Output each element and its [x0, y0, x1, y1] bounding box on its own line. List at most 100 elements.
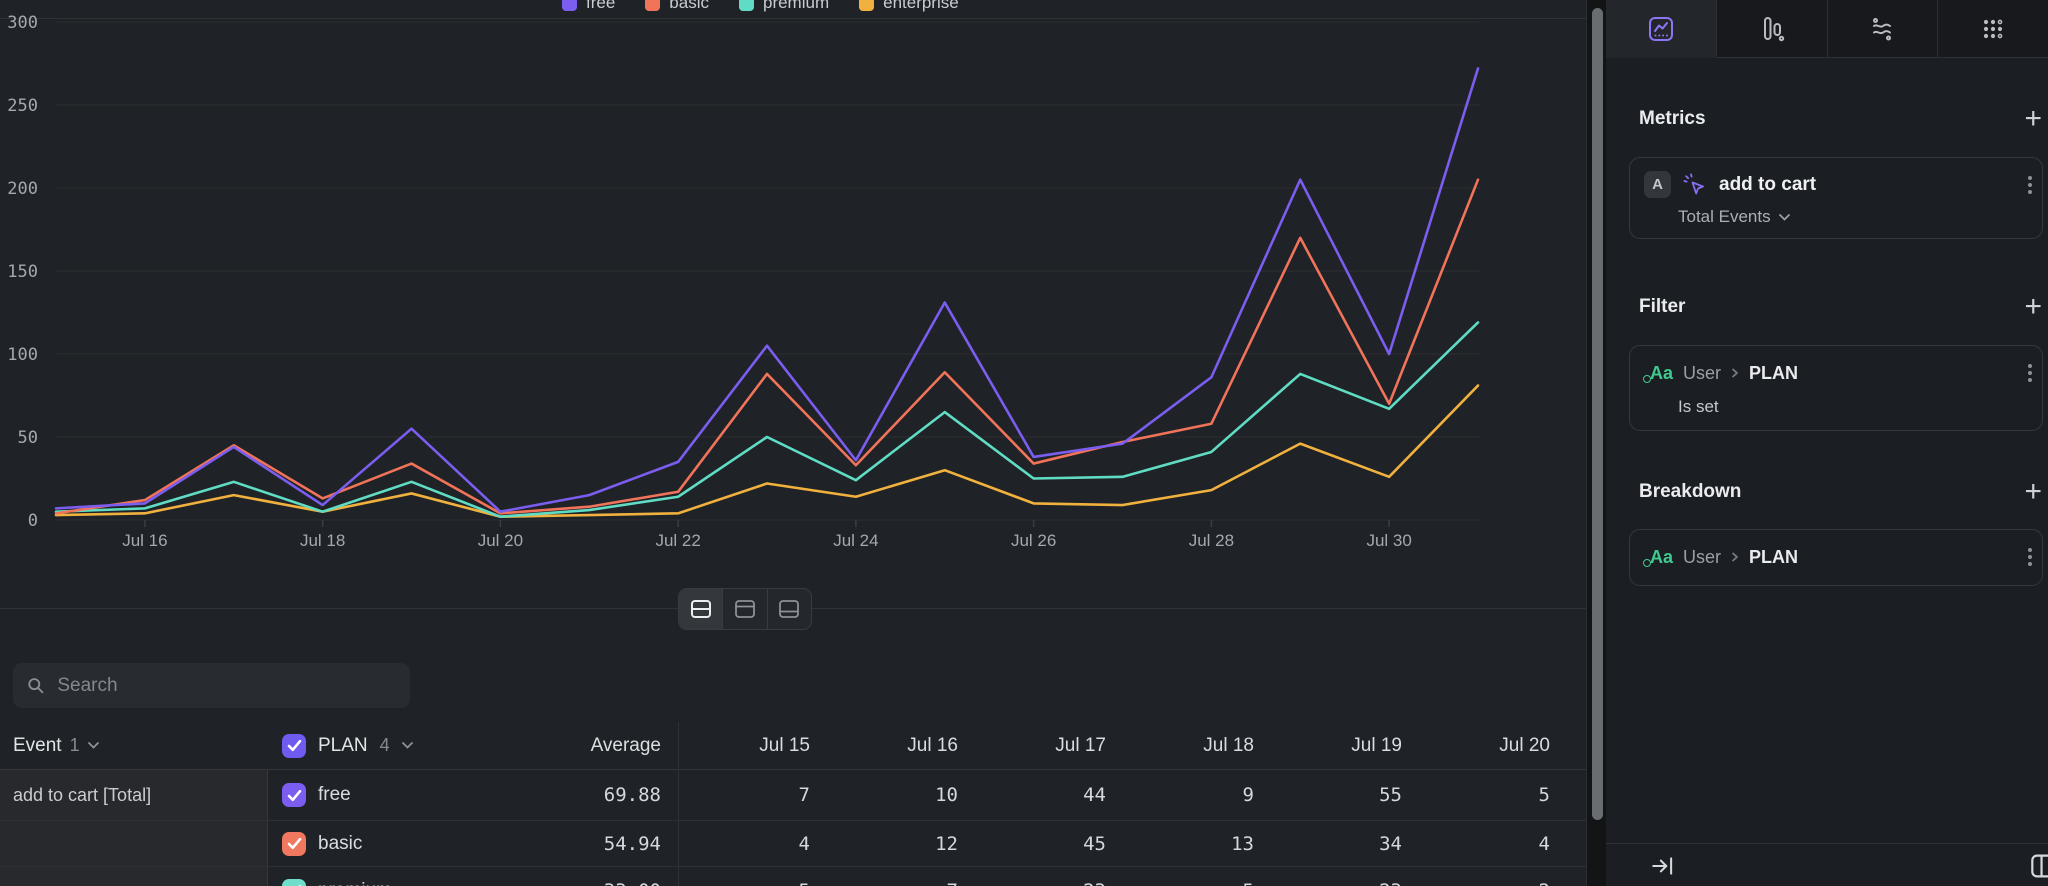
line-chart[interactable]: 050100150200250300Jul 16Jul 18Jul 20Jul …: [0, 0, 1586, 570]
results-table: Event 1 PLAN 4 Average Jul 15Jul 16Jul 1…: [0, 722, 1586, 886]
table-body: free69.88710449555basic54.944124513344pr…: [0, 770, 1586, 886]
chevron-down-icon: [1779, 214, 1790, 221]
date-column-header: Jul 19: [1270, 735, 1418, 757]
series-line-free[interactable]: [56, 68, 1478, 511]
add-filter-button[interactable]: +: [2024, 294, 2042, 320]
data-value-cell: 10: [826, 784, 974, 806]
collapse-right-icon: [1650, 853, 1676, 879]
legend-item[interactable]: free: [562, 0, 615, 13]
legend-label: free: [586, 0, 615, 13]
date-column-header: Jul 17: [974, 735, 1122, 757]
data-value-cell: 12: [826, 833, 974, 855]
legend-label: premium: [763, 0, 829, 13]
data-value-cell: 23: [1270, 880, 1418, 886]
data-value-cell: 2: [1418, 880, 1566, 886]
add-breakdown-button[interactable]: +: [2024, 479, 2042, 505]
collapse-sidebar-button[interactable]: [1650, 853, 1676, 879]
plan-select-all-checkbox[interactable]: [282, 734, 306, 758]
table-header-row: Event 1 PLAN 4 Average Jul 15Jul 16Jul 1…: [0, 722, 1586, 770]
check-icon: [287, 739, 302, 752]
plan-cell: free69.88: [268, 783, 678, 807]
chevron-right-icon: [1731, 552, 1739, 562]
line-chart-icon: [1646, 14, 1676, 44]
legend-item[interactable]: premium: [739, 0, 829, 13]
analytics-app: freebasicpremiumenterprise 0501001502002…: [0, 0, 2048, 886]
data-value-cell: 5: [678, 880, 826, 886]
event-column-header[interactable]: Event 1: [0, 735, 268, 757]
tab-line-chart[interactable]: [1606, 0, 1717, 58]
row-checkbox-free[interactable]: [282, 783, 306, 807]
metrics-section-header: Metrics +: [1639, 104, 2042, 134]
metric-options-kebab-icon[interactable]: [2024, 172, 2036, 198]
x-axis-label: Jul 18: [300, 531, 345, 550]
data-value-cell: 9: [1122, 784, 1270, 806]
tab-bar-chart[interactable]: [1717, 0, 1828, 58]
filter-card-row: Aa User PLAN: [1630, 360, 2042, 386]
layout-switcher: [678, 588, 812, 630]
series-line-premium[interactable]: [56, 322, 1478, 516]
filter-options-kebab-icon[interactable]: [2024, 360, 2036, 386]
stream-chart-icon: [1867, 14, 1897, 44]
plan-label: basic: [318, 833, 362, 855]
panel-toggle-button[interactable]: [2030, 853, 2048, 879]
grid-dots-icon: [1979, 15, 2007, 43]
data-value-cell: 7: [678, 784, 826, 806]
breakdown-options-kebab-icon[interactable]: [2024, 544, 2036, 570]
legend-item[interactable]: basic: [645, 0, 709, 13]
legend-label: enterprise: [883, 0, 959, 13]
breakdown-title: Breakdown: [1639, 481, 1741, 503]
x-axis-label: Jul 16: [122, 531, 167, 550]
average-value: 33.00: [604, 880, 661, 886]
search-input[interactable]: [55, 674, 396, 698]
table-row-premium: premium33.0057235232: [0, 866, 1586, 886]
check-icon: [287, 837, 302, 850]
vertical-scrollbar: [1586, 0, 1606, 886]
y-axis-label: 250: [7, 96, 38, 116]
search-box: [13, 663, 410, 708]
date-column-header: Jul 16: [826, 735, 974, 757]
sidebar-bottom-bar: [1606, 843, 2048, 886]
data-value-cell: 7: [826, 880, 974, 886]
y-axis-label: 0: [28, 511, 38, 531]
config-sidebar: Metrics + A add to cart Total Events: [1606, 0, 2048, 886]
scrollbar-thumb[interactable]: [1592, 8, 1603, 820]
average-value: 69.88: [604, 784, 661, 806]
row-checkbox-premium[interactable]: [282, 879, 306, 886]
plan-cell: basic 54.94: [268, 832, 678, 856]
tab-stream-chart[interactable]: [1828, 0, 1939, 58]
tab-more-charts[interactable]: [1938, 0, 2048, 58]
row-checkbox-basic[interactable]: [282, 832, 306, 856]
search-icon: [27, 676, 44, 695]
filter-operator[interactable]: Is set: [1678, 397, 2042, 417]
table-only-button[interactable]: [768, 589, 811, 629]
breakdown-scope: User: [1683, 547, 1721, 568]
breakdown-property: PLAN: [1749, 547, 1798, 568]
legend-swatch: [645, 0, 660, 11]
data-value-cell: 34: [1270, 833, 1418, 855]
metric-card[interactable]: A add to cart Total Events: [1629, 157, 2043, 239]
chart-only-button[interactable]: [723, 589, 767, 629]
bar-chart-icon: [1758, 15, 1786, 43]
filter-card[interactable]: Aa User PLAN Is set: [1629, 345, 2043, 431]
filter-section-header: Filter +: [1639, 292, 2042, 322]
data-value-cell: 5: [1418, 784, 1566, 806]
split-view-button[interactable]: [679, 589, 723, 629]
string-property-icon: Aa: [1650, 547, 1673, 568]
y-axis-label: 50: [18, 428, 38, 448]
data-value-cell: 13: [1122, 833, 1270, 855]
date-column-header: Jul 20: [1418, 735, 1566, 757]
date-column-header: Jul 18: [1122, 735, 1270, 757]
string-property-icon: Aa: [1650, 363, 1673, 384]
add-metric-button[interactable]: +: [2024, 106, 2042, 132]
plan-header-label[interactable]: PLAN: [318, 735, 368, 757]
table-row-basic: basic54.944124513344: [0, 820, 1586, 866]
breakdown-card[interactable]: Aa User PLAN: [1629, 529, 2043, 586]
chart-type-tabs: [1606, 0, 2048, 58]
legend-item[interactable]: enterprise: [859, 0, 959, 13]
metric-event-name: add to cart: [1719, 174, 1816, 196]
average-value: 54.94: [604, 833, 661, 855]
event-header-label: Event: [13, 735, 62, 757]
measure-dropdown[interactable]: Total Events: [1678, 207, 2042, 227]
x-axis-label: Jul 20: [478, 531, 523, 550]
chevron-right-icon: [1731, 368, 1739, 378]
